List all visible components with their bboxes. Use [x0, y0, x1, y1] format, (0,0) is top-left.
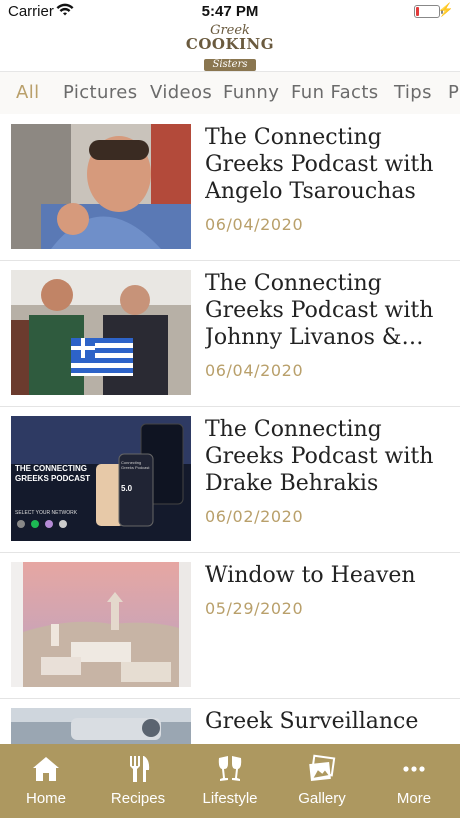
- post-thumbnail: [11, 708, 191, 744]
- photos-icon: [276, 754, 368, 786]
- promo-heading: THE CONNECTING GREEKS PODCAST: [15, 464, 91, 483]
- post-date: 05/29/2020: [205, 599, 304, 618]
- tab-partial[interactable]: P: [448, 82, 459, 103]
- promo-app-title: Connecting Greeks Podcast: [121, 460, 150, 470]
- post-title: The Connecting Greeks Podcast with Angel…: [205, 125, 434, 204]
- nav-more-label: More: [396, 790, 432, 807]
- post-feed[interactable]: The Connecting Greeks Podcast with Angel…: [0, 114, 460, 744]
- nav-more[interactable]: More: [368, 744, 460, 818]
- post-item[interactable]: Greek Surveillance: [0, 698, 460, 744]
- more-dots-icon: [368, 754, 460, 786]
- post-thumbnail: [11, 124, 191, 249]
- post-title: The Connecting Greeks Podcast with Drake…: [205, 417, 434, 496]
- post-item[interactable]: The Connecting Greeks Podcast with Angel…: [0, 114, 460, 261]
- post-thumbnail: THE CONNECTING GREEKS PODCAST SELECT YOU…: [11, 416, 191, 541]
- nav-lifestyle-label: Lifestyle: [202, 790, 258, 807]
- post-title: Greek Surveillance: [205, 709, 419, 734]
- nav-home[interactable]: Home: [0, 744, 92, 818]
- post-item[interactable]: Window to Heaven 05/29/2020: [0, 552, 460, 699]
- charging-bolt-icon: ⚡: [437, 2, 454, 17]
- post-thumbnail: [11, 270, 191, 395]
- tab-fun-facts[interactable]: Fun Facts: [291, 82, 379, 103]
- category-tabs: All Pictures Videos Funny Fun Facts Tips…: [0, 71, 460, 115]
- tab-videos[interactable]: Videos: [150, 82, 212, 103]
- post-thumbnail: [11, 562, 191, 687]
- tab-tips[interactable]: Tips: [394, 82, 432, 103]
- tab-all[interactable]: All: [16, 82, 40, 103]
- nav-recipes-label: Recipes: [110, 790, 166, 807]
- logo-line-cooking: COOKING: [185, 35, 275, 53]
- post-item[interactable]: THE CONNECTING GREEKS PODCAST SELECT YOU…: [0, 406, 460, 553]
- wine-glasses-icon: [184, 754, 276, 786]
- post-title: The Connecting Greeks Podcast with Johnn…: [205, 271, 434, 350]
- post-date: 06/02/2020: [205, 507, 304, 526]
- nav-recipes[interactable]: Recipes: [92, 744, 184, 818]
- promo-cta: SELECT YOUR NETWORK: [15, 510, 78, 516]
- post-title: Window to Heaven: [205, 563, 416, 588]
- app-logo: Greek COOKING Sisters: [0, 24, 460, 71]
- post-date: 06/04/2020: [205, 361, 304, 380]
- tab-funny[interactable]: Funny: [223, 82, 279, 103]
- home-icon: [0, 754, 92, 786]
- nav-home-label: Home: [25, 790, 66, 807]
- post-item[interactable]: The Connecting Greeks Podcast with Johnn…: [0, 260, 460, 407]
- nav-gallery[interactable]: Gallery: [276, 744, 368, 818]
- nav-lifestyle[interactable]: Lifestyle: [184, 744, 276, 818]
- battery-icon: [414, 5, 443, 18]
- tab-pictures[interactable]: Pictures: [63, 82, 137, 103]
- logo-line-sisters: Sisters: [204, 59, 256, 71]
- status-bar: Carrier 5:47 PM ⚡: [0, 0, 460, 24]
- promo-rating: 5.0: [121, 484, 133, 493]
- post-date: 06/04/2020: [205, 215, 304, 234]
- clock: 5:47 PM: [201, 3, 259, 20]
- fork-knife-icon: [92, 754, 184, 786]
- nav-gallery-label: Gallery: [298, 790, 346, 807]
- bottom-tab-bar: Home Recipes Lifestyle Gallery More: [0, 744, 460, 818]
